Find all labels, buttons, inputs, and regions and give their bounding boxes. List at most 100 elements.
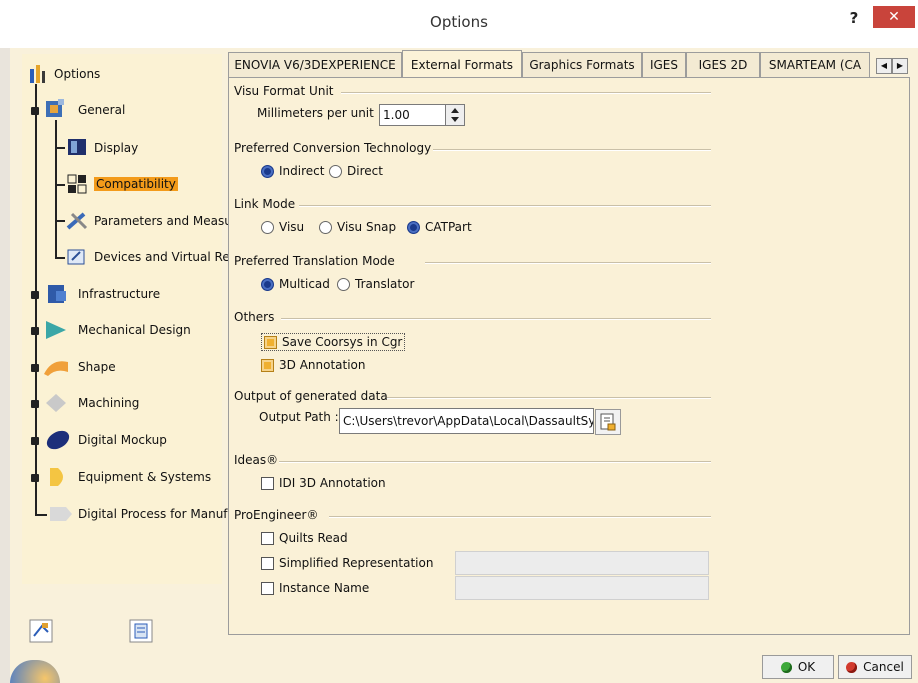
tree-item-label: Compatibility: [94, 177, 178, 191]
checkbox-idi-annotation[interactable]: IDI 3D Annotation: [261, 476, 386, 490]
checkbox-indicator: [261, 581, 274, 595]
mm-per-unit-input[interactable]: 1.00: [379, 104, 452, 126]
radio-indirect[interactable]: Indirect: [261, 164, 324, 178]
radio-direct[interactable]: Direct: [329, 164, 383, 178]
radio-indicator: [319, 220, 332, 234]
tree-connector: [55, 220, 65, 222]
tree-item-label: Digital Mockup: [78, 433, 167, 447]
group-separator: [387, 397, 711, 399]
tree-connector: [55, 147, 65, 149]
tree-item-machining[interactable]: Machining: [28, 391, 139, 415]
cancel-label: Cancel: [863, 660, 904, 674]
tree-item-label: Mechanical Design: [78, 323, 191, 337]
tree-item-general[interactable]: General: [28, 98, 125, 122]
group-title-others: Others: [234, 310, 275, 324]
tree-item-devices[interactable]: Devices and Virtual Rea: [66, 245, 237, 269]
tree-item-label: Shape: [78, 360, 116, 374]
mechanical-design-icon: [28, 319, 74, 341]
group-title-proengineer: ProEngineer®: [234, 508, 319, 522]
tab-scroll-right-icon[interactable]: ▶: [892, 58, 908, 74]
group-separator: [433, 149, 711, 151]
tree-item-infrastructure[interactable]: Infrastructure: [28, 282, 160, 306]
tab-enovia[interactable]: ENOVIA V6/3DEXPERIENCE: [228, 52, 402, 77]
radio-label: Translator: [355, 277, 415, 291]
export-settings-icon: [129, 619, 153, 643]
output-path-input[interactable]: C:\Users\trevor\AppData\Local\DassaultSy…: [339, 408, 594, 434]
checkbox-instance-name[interactable]: Instance Name: [261, 581, 369, 595]
help-button[interactable]: ?: [842, 9, 866, 29]
radio-multicad[interactable]: Multicad: [261, 277, 330, 291]
tree-item-shape[interactable]: Shape: [28, 355, 116, 379]
tree-item-label: Infrastructure: [78, 287, 161, 301]
tree-item-equipment-systems[interactable]: Equipment & Systems: [28, 465, 211, 489]
group-title-conversion: Preferred Conversion Technology: [234, 141, 432, 155]
checkbox-simplified-representation[interactable]: Simplified Representation: [261, 556, 433, 570]
tree-item-digital-mockup[interactable]: Digital Mockup: [28, 428, 167, 452]
tree-item-display[interactable]: Display: [66, 136, 138, 160]
radio-indicator: [407, 220, 420, 234]
checkbox-indicator: [261, 476, 274, 490]
tree-item-compatibility[interactable]: Compatibility: [66, 172, 178, 196]
radio-label: CATPart: [425, 220, 472, 234]
tab-iges[interactable]: IGES: [642, 52, 686, 77]
spinner-arrows-icon: [451, 108, 459, 122]
ok-label: OK: [797, 660, 816, 674]
tree-item-parameters[interactable]: Parameters and Measu: [66, 209, 232, 233]
tree-connector: [35, 514, 47, 516]
import-settings-button[interactable]: [28, 618, 54, 644]
tree-item-label: Options: [54, 67, 101, 81]
tree-item-label: Parameters and Measu: [94, 214, 232, 228]
export-settings-button[interactable]: [128, 618, 154, 644]
display-icon: [66, 137, 90, 159]
radio-label: Visu Snap: [337, 220, 397, 234]
radio-label: Indirect: [279, 164, 325, 178]
shape-icon: [28, 356, 74, 378]
checkbox-indicator: [261, 358, 274, 372]
simplified-representation-field: [455, 551, 709, 575]
checkbox-save-coorsys[interactable]: Save Coorsys in Cgr: [261, 333, 406, 351]
radio-label: Multicad: [279, 277, 330, 291]
radio-catpart[interactable]: CATPart: [407, 220, 472, 234]
checkbox-indicator: [261, 556, 274, 570]
machining-icon: [28, 392, 74, 414]
group-separator: [279, 461, 711, 463]
tree-item-digital-process[interactable]: Digital Process for Manufa: [48, 502, 235, 526]
tree-item-label: General: [78, 103, 126, 117]
ok-button[interactable]: OK: [762, 655, 834, 679]
tab-graphics-formats[interactable]: Graphics Formats: [522, 52, 642, 77]
tab-external-formats[interactable]: External Formats: [402, 50, 522, 77]
tab-scroll-left-icon[interactable]: ◀: [876, 58, 892, 74]
mm-per-unit-spinner[interactable]: [445, 104, 465, 126]
group-title-visu-format: Visu Format Unit: [234, 84, 334, 98]
tab-smarteam[interactable]: SMARTEAM (CA: [760, 52, 870, 77]
browse-button[interactable]: [595, 409, 621, 435]
radio-label: Direct: [347, 164, 383, 178]
browse-icon: [600, 413, 616, 431]
external-formats-panel: Visu Format Unit Millimeters per unit : …: [228, 77, 910, 635]
import-settings-icon: [29, 619, 53, 643]
tree-item-options[interactable]: Options: [26, 62, 100, 86]
radio-visu-snap[interactable]: Visu Snap: [319, 220, 396, 234]
equipment-systems-icon: [28, 466, 74, 488]
checkbox-label: 3D Annotation: [279, 358, 366, 372]
checkbox-3d-annotation[interactable]: 3D Annotation: [261, 358, 366, 372]
output-path-label: Output Path :: [259, 410, 339, 424]
cancel-button[interactable]: Cancel: [838, 655, 912, 679]
radio-translator[interactable]: Translator: [337, 277, 414, 291]
checkbox-label: Simplified Representation: [279, 556, 434, 570]
tree-item-label: Equipment & Systems: [78, 470, 212, 484]
digital-mockup-icon: [28, 429, 74, 451]
group-title-link-mode: Link Mode: [234, 197, 296, 211]
tab-iges-2d[interactable]: IGES 2D: [686, 52, 760, 77]
radio-visu[interactable]: Visu: [261, 220, 304, 234]
checkbox-label: IDI 3D Annotation: [279, 476, 386, 490]
close-button[interactable]: ✕: [873, 6, 915, 28]
group-separator: [329, 516, 711, 518]
radio-indicator: [329, 164, 342, 178]
radio-indicator: [261, 164, 274, 178]
checkbox-quilts-read[interactable]: Quilts Read: [261, 531, 348, 545]
group-title-output: Output of generated data: [234, 389, 388, 403]
tree-item-mechanical-design[interactable]: Mechanical Design: [28, 318, 191, 342]
radio-indicator: [261, 220, 274, 234]
window-left-edge: [0, 48, 10, 683]
